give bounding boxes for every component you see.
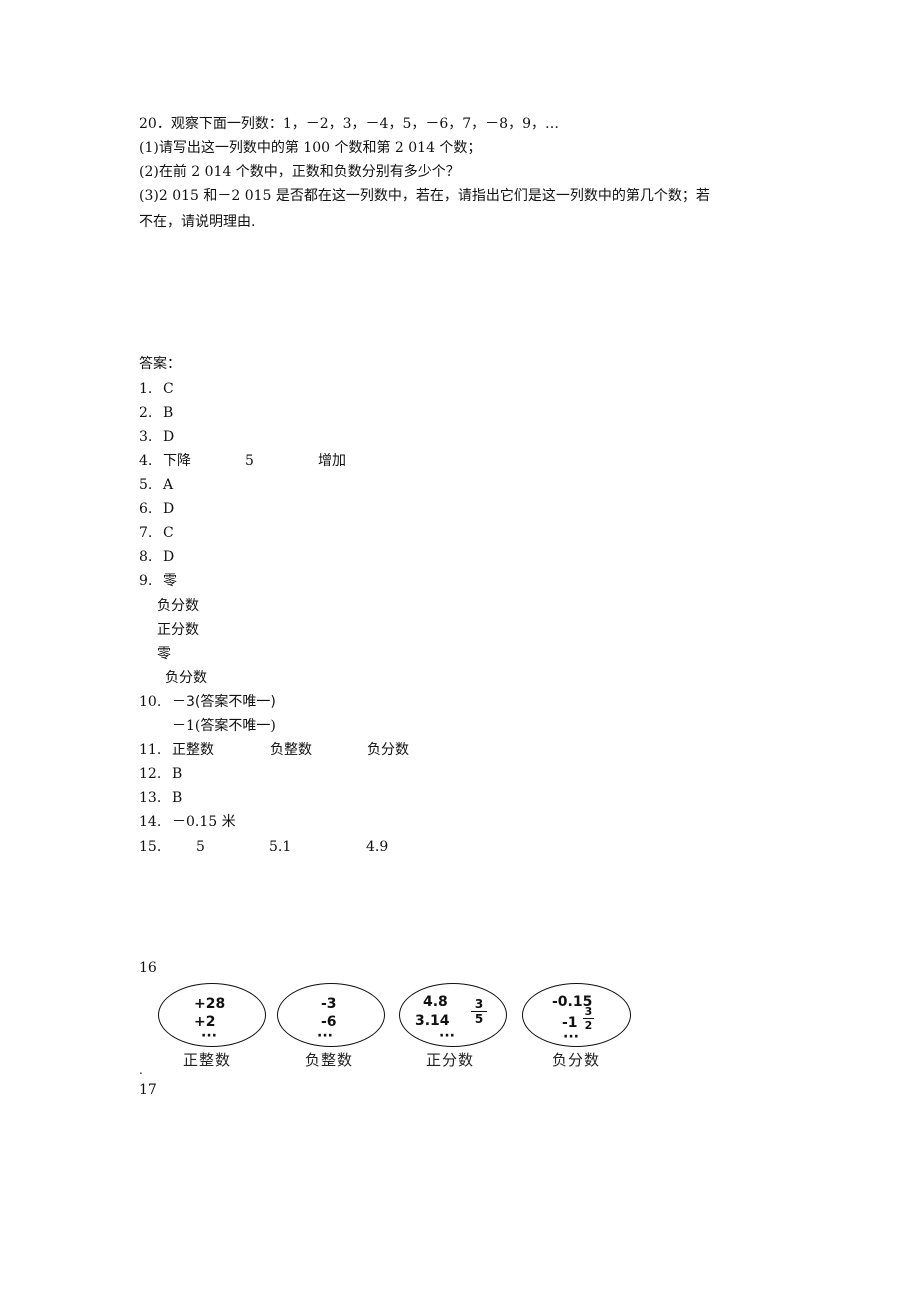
answer-number: 4. <box>139 453 153 469</box>
answer-text: C <box>163 525 174 541</box>
answer-4: 4. 下降 5 增加 <box>139 451 346 471</box>
answer-6: 6. D <box>139 499 174 519</box>
answer-number: 1. <box>139 381 153 397</box>
answer-9: 9. 零 <box>139 571 177 591</box>
answer-text: D <box>163 429 175 445</box>
answer-7: 7. C <box>139 523 174 543</box>
answer-number: 2. <box>139 405 153 421</box>
answer-8: 8. D <box>139 547 174 567</box>
answer-text: B <box>163 405 174 421</box>
oval-4-ellipsis: ··· <box>563 1029 579 1045</box>
answer-1: 1. C <box>139 379 174 399</box>
answer-number: 3. <box>139 429 153 445</box>
answer-10: 10. －3(答案不唯一) <box>139 692 276 712</box>
answer-text: A <box>163 477 174 493</box>
answer-number: 10. <box>139 694 162 710</box>
fraction-denominator: 5 <box>474 1012 484 1026</box>
answer-col-3: 4.9 <box>366 839 389 855</box>
oval-1-line-1: +28 <box>194 996 226 1012</box>
answer-number: 9. <box>139 573 153 589</box>
answer-16-number: 16 <box>139 960 157 976</box>
answer-number: 13. <box>139 790 162 806</box>
question-part-3-cont: 不在，请说明理由. <box>139 214 256 230</box>
answer-number: 5. <box>139 477 153 493</box>
oval-2-ellipsis: ··· <box>317 1028 333 1044</box>
oval-4-label: 负分数 <box>552 1051 601 1069</box>
question-title: 20．观察下面一列数：1，－2，3，－4，5，－6，7，－8，9，… <box>139 116 559 132</box>
answer-number: 14. <box>139 814 162 830</box>
question-part-1: (1)请写出这一列数中的第 100 个数和第 2 014 个数； <box>139 140 482 156</box>
oval-3-line-1: 4.8 <box>423 994 448 1010</box>
answer-number: 6. <box>139 501 153 517</box>
oval-1-ellipsis: ··· <box>201 1028 217 1044</box>
answer-col-2: 负整数 <box>270 742 312 758</box>
answer-12: 12. B <box>139 764 182 784</box>
fraction-numerator: 3 <box>584 1005 593 1018</box>
answer-9-sub-1: 负分数 <box>157 598 199 614</box>
fraction-denominator: 2 <box>584 1019 593 1032</box>
answer-3: 3. D <box>139 427 174 447</box>
answer-col-1: 5 <box>196 839 205 855</box>
oval-3-ellipsis: ··· <box>439 1028 455 1044</box>
answer-number: 7. <box>139 525 153 541</box>
answer-17-number: 17 <box>139 1082 157 1098</box>
answer-15: 15. 5 5.1 4.9 <box>139 837 388 857</box>
answer-col-3: 负分数 <box>367 742 409 758</box>
oval-3-label: 正分数 <box>426 1051 475 1069</box>
question-part-3: (3)2 015 和－2 015 是否都在这一列数中，若在，请指出它们是这一列数… <box>139 188 710 204</box>
fraction-numerator: 3 <box>474 997 484 1011</box>
answer-col-2: 5.1 <box>269 839 292 855</box>
question-part-2: (2)在前 2 014 个数中，正数和负数分别有多少个？ <box>139 164 460 180</box>
answer-10-sub-1: －1(答案不唯一) <box>172 718 276 734</box>
oval-3-fraction: 3 5 <box>471 998 487 1025</box>
answer-number: 15. <box>139 839 162 855</box>
answer-col-1: 下降 <box>163 453 191 469</box>
answer-11: 11. 正整数 负整数 负分数 <box>139 740 409 760</box>
answer-9-sub-2: 正分数 <box>157 622 199 638</box>
answer-text: B <box>172 766 183 782</box>
answer-9-sub-3: 零 <box>157 646 171 662</box>
stray-dot: . <box>139 1063 143 1077</box>
answer-text: C <box>163 381 174 397</box>
answer-text: 零 <box>163 573 177 589</box>
answer-text: －3(答案不唯一) <box>172 694 276 710</box>
answer-col-1: 正整数 <box>172 742 214 758</box>
oval-2-line-1: -3 <box>321 996 337 1012</box>
answer-text: B <box>172 790 183 806</box>
oval-2-label: 负整数 <box>305 1051 354 1069</box>
answer-number: 8. <box>139 549 153 565</box>
answer-col-3: 增加 <box>318 453 346 469</box>
answer-number: 12. <box>139 766 162 782</box>
oval-3-line-2: 3.14 <box>415 1013 450 1029</box>
answer-text: D <box>163 501 175 517</box>
oval-4-fraction: 3 2 <box>583 1006 594 1031</box>
answer-col-2: 5 <box>245 453 254 469</box>
answer-14: 14. －0.15 米 <box>139 812 236 832</box>
answer-13: 13. B <box>139 788 182 808</box>
answer-text: D <box>163 549 175 565</box>
answer-number: 11. <box>139 742 162 758</box>
oval-1-label: 正整数 <box>183 1051 232 1069</box>
answer-5: 5. A <box>139 475 173 495</box>
answers-heading: 答案： <box>139 356 181 372</box>
answer-2: 2. B <box>139 403 173 423</box>
answer-text: －0.15 米 <box>172 814 236 830</box>
answer-9-sub-4: 负分数 <box>165 670 207 686</box>
